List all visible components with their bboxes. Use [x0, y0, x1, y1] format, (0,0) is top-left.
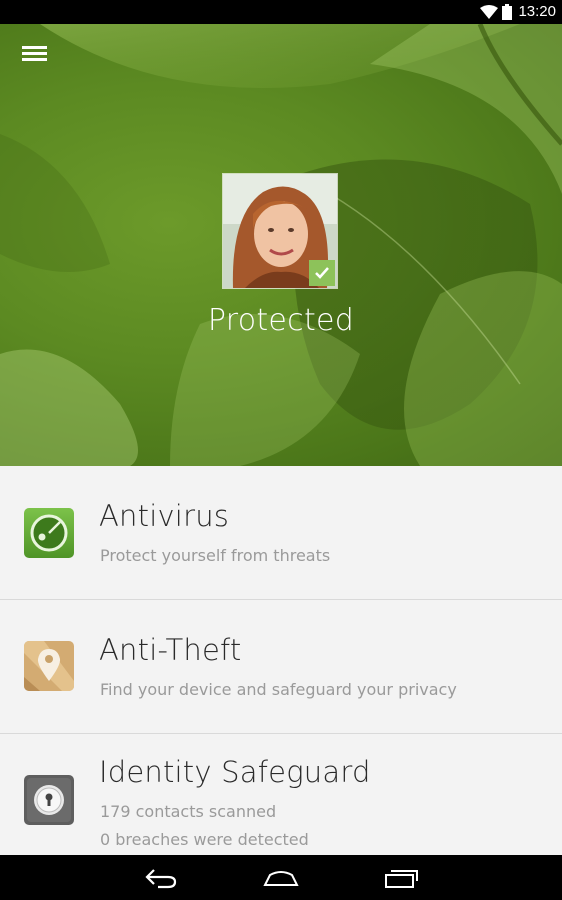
- feature-description: Find your device and safeguard your priv…: [100, 680, 457, 699]
- wifi-icon: [480, 4, 498, 23]
- antivirus-row[interactable]: Antivirus Protect yourself from threats: [0, 466, 562, 600]
- back-icon[interactable]: [144, 863, 178, 897]
- identity-safeguard-row[interactable]: Identity Safeguard 179 contacts scanned …: [0, 734, 562, 856]
- padlock-icon: [24, 775, 74, 825]
- clock: 13:20: [518, 3, 556, 20]
- recent-apps-icon[interactable]: [383, 863, 421, 897]
- feature-title: Antivirus: [99, 499, 230, 533]
- map-pin-icon: [24, 641, 74, 691]
- contacts-scanned-text: 179 contacts scanned: [100, 802, 277, 821]
- antivirus-radar-icon: [24, 508, 74, 558]
- hero-banner: Protected: [0, 24, 562, 466]
- feature-description: Protect yourself from threats: [100, 546, 331, 565]
- hamburger-menu-icon[interactable]: [22, 44, 50, 70]
- feature-title: Anti-Theft: [99, 633, 242, 667]
- anti-theft-row[interactable]: Anti-Theft Find your device and safeguar…: [0, 600, 562, 734]
- battery-icon: [502, 4, 512, 24]
- feature-title: Identity Safeguard: [99, 755, 371, 789]
- breaches-detected-text: 0 breaches were detected: [100, 830, 309, 849]
- checkmark-icon: [309, 260, 335, 286]
- status-bar: 13:20: [0, 0, 562, 24]
- feature-list: Antivirus Protect yourself from threats …: [0, 466, 562, 856]
- home-icon[interactable]: [262, 863, 300, 897]
- navigation-bar: [0, 855, 562, 900]
- protection-status: Protected: [207, 303, 355, 338]
